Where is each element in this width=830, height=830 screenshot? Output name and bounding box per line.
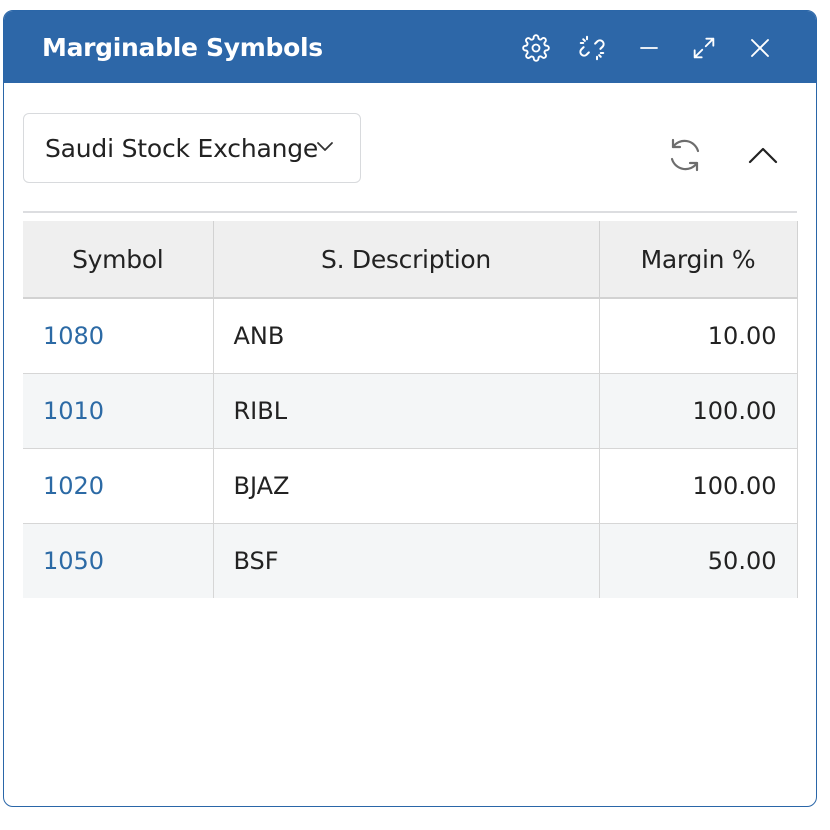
window-toolbar: Saudi Stock Exchange [4, 83, 816, 213]
unlink-icon[interactable] [577, 33, 607, 63]
symbol-description: ANB [213, 298, 600, 374]
window-title: Marginable Symbols [42, 33, 323, 62]
refresh-icon[interactable] [665, 135, 705, 175]
column-header-symbol[interactable]: Symbol [23, 221, 214, 299]
margin-percent: 100.00 [599, 448, 798, 524]
table-row[interactable]: 1050 BSF 50.00 [23, 523, 798, 598]
exchange-dropdown[interactable]: Saudi Stock Exchange [23, 113, 361, 183]
chevron-down-icon [317, 142, 333, 151]
settings-icon[interactable] [521, 33, 551, 63]
symbol-link[interactable]: 1050 [23, 523, 214, 598]
margin-percent: 10.00 [599, 298, 798, 374]
table-header-row: Symbol S. Description Margin % [23, 221, 798, 299]
marginable-symbols-window: Marginable Symbols Saudi Stock Exchange … [3, 10, 817, 807]
table-row[interactable]: 1080 ANB 10.00 [23, 298, 798, 374]
marginable-symbols-table: Symbol S. Description Margin % 1080 ANB … [23, 221, 798, 598]
margin-percent: 100.00 [599, 373, 798, 449]
table-row[interactable]: 1010 RIBL 100.00 [23, 373, 798, 449]
exchange-dropdown-value: Saudi Stock Exchange [45, 133, 319, 163]
maximize-icon[interactable] [689, 33, 719, 63]
symbol-link[interactable]: 1080 [23, 298, 214, 374]
close-icon[interactable] [745, 33, 775, 63]
toolbar-divider [23, 211, 797, 213]
symbol-description: BJAZ [213, 448, 600, 524]
column-header-description[interactable]: S. Description [213, 221, 600, 299]
symbol-link[interactable]: 1020 [23, 448, 214, 524]
symbol-description: RIBL [213, 373, 600, 449]
chevron-up-icon[interactable] [745, 143, 781, 167]
window-titlebar[interactable]: Marginable Symbols [4, 11, 816, 83]
minimize-icon[interactable] [634, 33, 664, 63]
symbol-description: BSF [213, 523, 600, 598]
table-row[interactable]: 1020 BJAZ 100.00 [23, 448, 798, 524]
symbol-link[interactable]: 1010 [23, 373, 214, 449]
column-header-margin[interactable]: Margin % [599, 221, 798, 299]
margin-percent: 50.00 [599, 523, 798, 598]
